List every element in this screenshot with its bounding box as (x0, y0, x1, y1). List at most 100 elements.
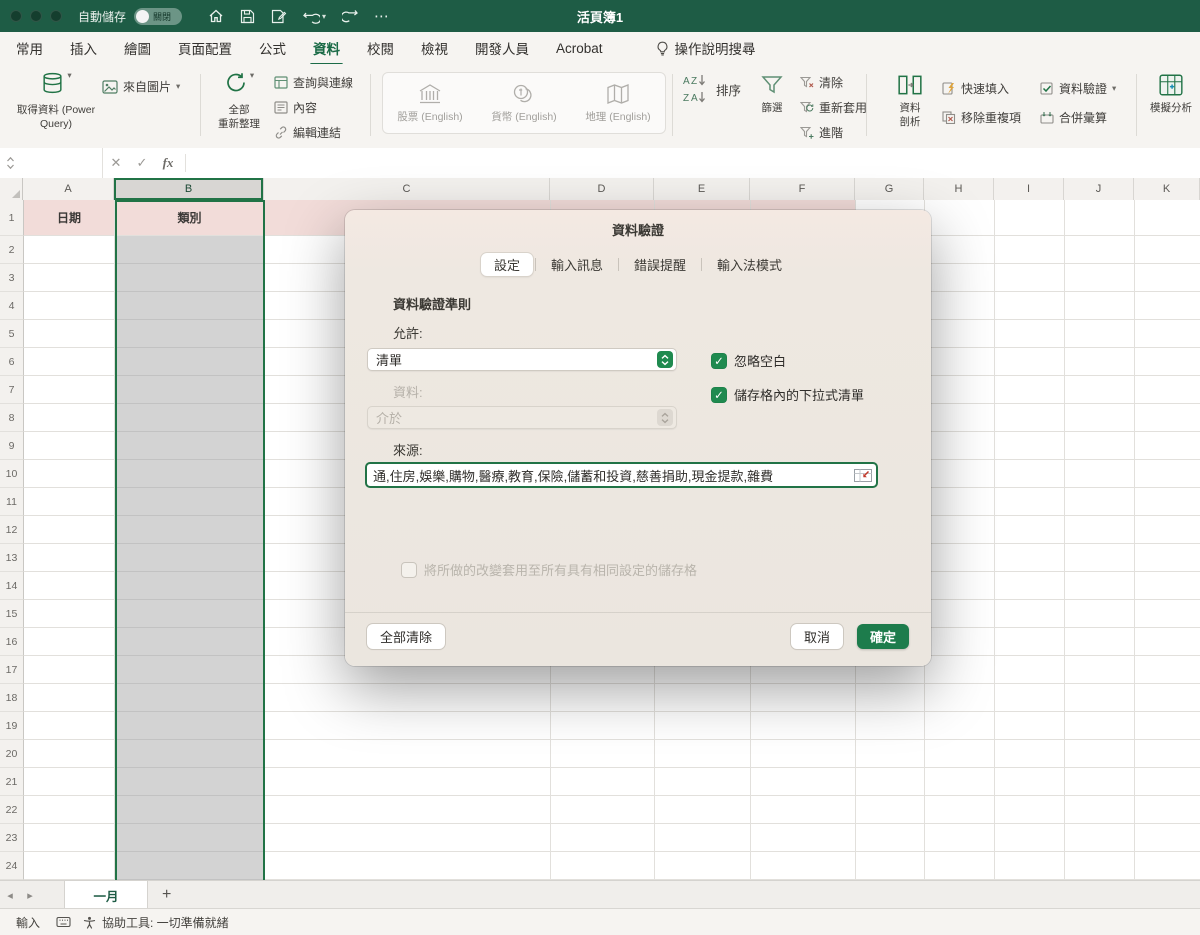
column-header-H[interactable]: H (924, 178, 994, 200)
cell-K19[interactable] (1135, 712, 1200, 740)
cell-F21[interactable] (751, 768, 856, 796)
cell-A22[interactable] (24, 796, 115, 824)
cell-J24[interactable] (1065, 852, 1135, 880)
cell-J7[interactable] (1065, 376, 1135, 404)
tab-page-layout[interactable]: 頁面配置 (178, 38, 232, 58)
cell-H17[interactable] (925, 656, 995, 684)
cell-A8[interactable] (24, 404, 115, 432)
row-header-4[interactable]: 4 (0, 292, 24, 320)
tab-draw[interactable]: 繪圖 (124, 38, 151, 58)
sheet-tab-active[interactable]: 一月 (64, 881, 148, 909)
cell-B23[interactable] (115, 824, 265, 852)
row-header-1[interactable]: 1 (0, 200, 24, 236)
cell-K12[interactable] (1135, 516, 1200, 544)
undo-icon[interactable]: ▾ (303, 9, 326, 24)
cell-H21[interactable] (925, 768, 995, 796)
cell-K14[interactable] (1135, 572, 1200, 600)
cell-K5[interactable] (1135, 320, 1200, 348)
cell-H20[interactable] (925, 740, 995, 768)
tell-me-search[interactable]: 操作說明搜尋 (656, 38, 756, 58)
cell-I2[interactable] (995, 236, 1065, 264)
tab-home[interactable]: 常用 (16, 38, 43, 58)
cell-I13[interactable] (995, 544, 1065, 572)
cell-K10[interactable] (1135, 460, 1200, 488)
cell-J12[interactable] (1065, 516, 1135, 544)
cell-J17[interactable] (1065, 656, 1135, 684)
row-header-20[interactable]: 20 (0, 740, 24, 768)
cell-K23[interactable] (1135, 824, 1200, 852)
cell-D18[interactable] (551, 684, 655, 712)
column-header-F[interactable]: F (750, 178, 855, 200)
cell-A16[interactable] (24, 628, 115, 656)
cell-I20[interactable] (995, 740, 1065, 768)
cell-K18[interactable] (1135, 684, 1200, 712)
allow-select[interactable]: 清單 (367, 348, 677, 371)
column-header-E[interactable]: E (654, 178, 750, 200)
cell-H24[interactable] (925, 852, 995, 880)
cell-G18[interactable] (856, 684, 925, 712)
cell-F22[interactable] (751, 796, 856, 824)
column-header-B[interactable]: B (114, 178, 264, 200)
insert-function-icon[interactable]: fx (155, 155, 181, 171)
cell-I15[interactable] (995, 600, 1065, 628)
cell-K21[interactable] (1135, 768, 1200, 796)
cell-A10[interactable] (24, 460, 115, 488)
cell-H13[interactable] (925, 544, 995, 572)
row-header-22[interactable]: 22 (0, 796, 24, 824)
row-header-11[interactable]: 11 (0, 488, 24, 516)
cell-K15[interactable] (1135, 600, 1200, 628)
cell-B15[interactable] (115, 600, 265, 628)
cell-K2[interactable] (1135, 236, 1200, 264)
cell-F19[interactable] (751, 712, 856, 740)
column-header-G[interactable]: G (855, 178, 924, 200)
confirm-entry-icon[interactable]: ✓ (129, 155, 155, 171)
cell-H6[interactable] (925, 348, 995, 376)
cell-H10[interactable] (925, 460, 995, 488)
row-header-12[interactable]: 12 (0, 516, 24, 544)
cell-H4[interactable] (925, 292, 995, 320)
flash-fill-button[interactable]: 快速填入 (942, 80, 1021, 97)
cell-A9[interactable] (24, 432, 115, 460)
cell-K7[interactable] (1135, 376, 1200, 404)
consolidate-button[interactable]: 合併彙算 (1040, 109, 1116, 126)
cell-A1[interactable]: 日期 (24, 200, 115, 236)
cell-C21[interactable] (265, 768, 551, 796)
cell-B7[interactable] (115, 376, 265, 404)
row-header-19[interactable]: 19 (0, 712, 24, 740)
row-header-16[interactable]: 16 (0, 628, 24, 656)
cell-E21[interactable] (655, 768, 751, 796)
cell-J4[interactable] (1065, 292, 1135, 320)
cell-H15[interactable] (925, 600, 995, 628)
cell-B14[interactable] (115, 572, 265, 600)
cell-B20[interactable] (115, 740, 265, 768)
get-data-button[interactable]: ▾ 取得資料 (PowerQuery) (8, 70, 104, 131)
cell-C23[interactable] (265, 824, 551, 852)
clear-all-button[interactable]: 全部清除 (367, 624, 445, 649)
cell-K1[interactable] (1135, 200, 1200, 236)
cell-I14[interactable] (995, 572, 1065, 600)
cell-J20[interactable] (1065, 740, 1135, 768)
cell-H18[interactable] (925, 684, 995, 712)
dialog-tab-error-alert[interactable]: 錯誤提醒 (621, 253, 699, 276)
cell-I3[interactable] (995, 264, 1065, 292)
cell-H12[interactable] (925, 516, 995, 544)
column-header-K[interactable]: K (1134, 178, 1200, 200)
cell-A23[interactable] (24, 824, 115, 852)
queries-connections-button[interactable]: 查詢與連線 (274, 74, 353, 91)
tab-acrobat[interactable]: Acrobat (556, 41, 603, 56)
cell-B8[interactable] (115, 404, 265, 432)
cell-A11[interactable] (24, 488, 115, 516)
cell-H2[interactable] (925, 236, 995, 264)
reapply-filter-button[interactable]: 重新套用 (800, 99, 867, 116)
cell-J16[interactable] (1065, 628, 1135, 656)
autosave-toggle[interactable]: 關閉 (134, 8, 182, 25)
cell-K11[interactable] (1135, 488, 1200, 516)
sort-button[interactable]: AZ ZA 排序 (682, 74, 741, 104)
cell-J11[interactable] (1065, 488, 1135, 516)
sheet-nav-left-icon[interactable]: ◂ (0, 889, 20, 902)
cell-I24[interactable] (995, 852, 1065, 880)
cell-I16[interactable] (995, 628, 1065, 656)
cell-J6[interactable] (1065, 348, 1135, 376)
cell-A14[interactable] (24, 572, 115, 600)
cell-B2[interactable] (115, 236, 265, 264)
